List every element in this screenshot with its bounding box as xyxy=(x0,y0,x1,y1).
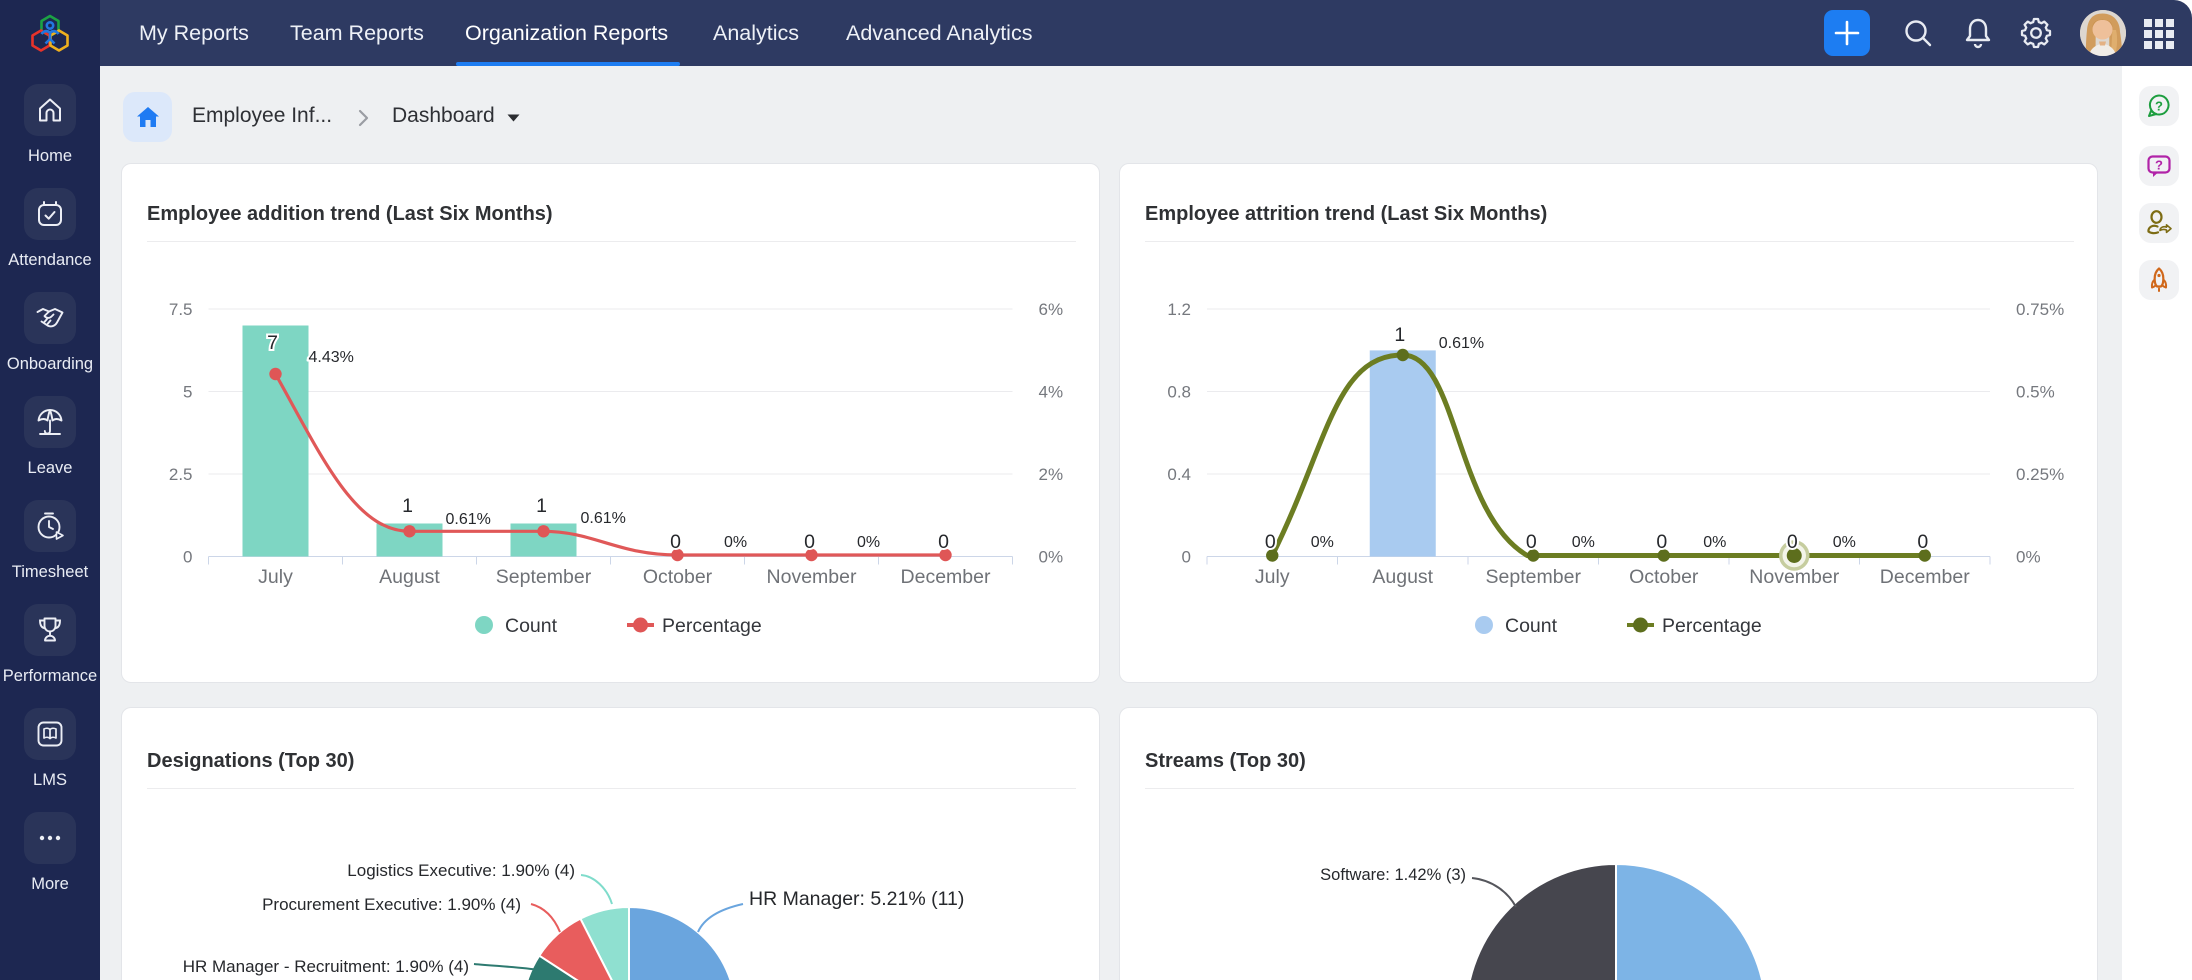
svg-text:4.43%: 4.43% xyxy=(309,349,354,366)
svg-text:0.75%: 0.75% xyxy=(2016,300,2064,319)
svg-text:?: ? xyxy=(2155,158,2163,173)
svg-text:0: 0 xyxy=(1182,548,1191,567)
svg-text:September: September xyxy=(496,566,592,588)
svg-text:0: 0 xyxy=(938,531,949,553)
svg-text:December: December xyxy=(1880,566,1970,588)
svg-text:October: October xyxy=(643,566,713,588)
svg-text:November: November xyxy=(767,566,857,588)
svg-text:0: 0 xyxy=(1917,531,1928,553)
svg-text:HR Manager - Recruitment: 1.90: HR Manager - Recruitment: 1.90% (4) xyxy=(183,957,469,976)
svg-text:Logistics Executive: 1.90% (4): Logistics Executive: 1.90% (4) xyxy=(347,861,575,880)
svg-text:0%: 0% xyxy=(1833,534,1856,551)
svg-text:5: 5 xyxy=(183,383,192,402)
svg-text:1: 1 xyxy=(1394,324,1405,346)
svg-text:0: 0 xyxy=(183,548,192,567)
svg-text:0%: 0% xyxy=(857,534,880,551)
svg-text:Procurement Executive: 1.90% (: Procurement Executive: 1.90% (4) xyxy=(262,895,521,914)
svg-text:0: 0 xyxy=(670,531,681,553)
svg-text:0%: 0% xyxy=(724,534,747,551)
svg-text:Count: Count xyxy=(1505,615,1558,637)
svg-text:July: July xyxy=(258,566,293,588)
svg-text:Designations (Top 30): Designations (Top 30) xyxy=(147,750,354,772)
svg-text:0: 0 xyxy=(804,531,815,553)
svg-text:0: 0 xyxy=(1787,531,1798,553)
svg-text:Streams (Top 30): Streams (Top 30) xyxy=(1145,750,1306,772)
svg-text:7.5: 7.5 xyxy=(169,300,193,319)
svg-text:0: 0 xyxy=(1656,531,1667,553)
svg-text:0.4: 0.4 xyxy=(1167,465,1191,484)
svg-text:0: 0 xyxy=(1526,531,1537,553)
svg-text:6%: 6% xyxy=(1039,300,1064,319)
svg-text:0%: 0% xyxy=(1703,534,1726,551)
svg-text:0.61%: 0.61% xyxy=(581,510,626,527)
svg-text:October: October xyxy=(1629,566,1699,588)
svg-text:1: 1 xyxy=(536,495,547,517)
svg-text:Employee addition trend (Last: Employee addition trend (Last Six Months… xyxy=(147,203,553,225)
svg-text:1: 1 xyxy=(402,495,413,517)
svg-text:0%: 0% xyxy=(1311,534,1334,551)
svg-text:0%: 0% xyxy=(1572,534,1595,551)
svg-text:0.61%: 0.61% xyxy=(1439,335,1484,352)
svg-text:0.61%: 0.61% xyxy=(446,511,491,528)
svg-text:Count: Count xyxy=(505,615,558,637)
svg-text:0.5%: 0.5% xyxy=(2016,383,2055,402)
svg-text:Employee attrition trend (Last: Employee attrition trend (Last Six Month… xyxy=(1145,203,1547,225)
svg-text:0.8: 0.8 xyxy=(1167,383,1191,402)
svg-text:December: December xyxy=(901,566,991,588)
svg-text:2%: 2% xyxy=(1039,465,1064,484)
svg-text:0%: 0% xyxy=(1039,548,1064,567)
svg-text:Software: 1.42% (3): Software: 1.42% (3) xyxy=(1320,866,1466,884)
svg-text:1.2: 1.2 xyxy=(1167,300,1191,319)
svg-text:0%: 0% xyxy=(2016,548,2041,567)
svg-text:0.25%: 0.25% xyxy=(2016,465,2064,484)
svg-text:7: 7 xyxy=(267,332,278,354)
svg-text:Percentage: Percentage xyxy=(1662,615,1762,637)
svg-text:July: July xyxy=(1255,566,1290,588)
svg-text:August: August xyxy=(379,566,440,588)
svg-text:August: August xyxy=(1372,566,1433,588)
svg-text:September: September xyxy=(1486,566,1582,588)
svg-text:4%: 4% xyxy=(1039,383,1064,402)
svg-text:2.5: 2.5 xyxy=(169,465,193,484)
svg-text:Percentage: Percentage xyxy=(662,615,762,637)
svg-text:HR Manager: 5.21% (11): HR Manager: 5.21% (11) xyxy=(749,888,964,910)
svg-text:0: 0 xyxy=(1265,531,1276,553)
svg-text:?: ? xyxy=(2155,99,2163,114)
